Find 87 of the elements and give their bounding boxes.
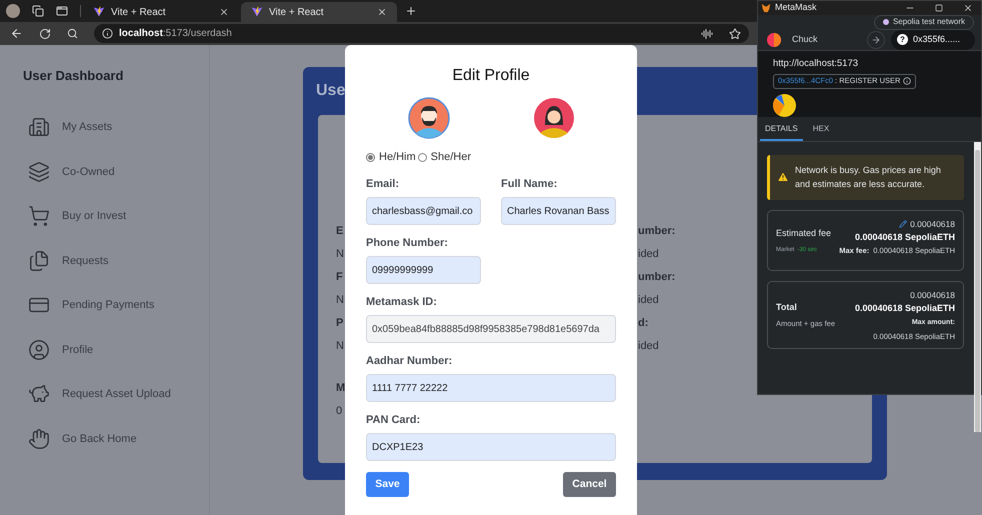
text-field[interactable]: DCXP1E23 [366, 433, 616, 461]
recipient-pill[interactable]: ? 0x355f6...... [891, 30, 975, 50]
tab[interactable]: HEX [803, 118, 839, 140]
field-label: Full Name: [501, 177, 558, 191]
profile-text: umber: [638, 224, 676, 239]
edit-icon[interactable] [899, 220, 908, 228]
radio-button[interactable] [366, 152, 375, 162]
profile-avatar[interactable] [6, 4, 20, 18]
stack-icon [28, 160, 50, 183]
field-label: Metamask ID: [366, 295, 438, 309]
warning-icon [777, 171, 789, 183]
origin-url: http://localhost:5173 [773, 58, 858, 70]
unknown-badge: ? [897, 34, 908, 45]
warning-text: Network is busy. Gas prices are high and estimates are less accurate. [795, 164, 942, 191]
lightning-logo-icon [251, 6, 263, 18]
user-circle-icon [28, 338, 50, 361]
save-button[interactable]: Save [366, 472, 409, 497]
refresh-icon[interactable] [39, 28, 51, 40]
fee-amount-eth: 0.00040618 SepoliaETH [854, 230, 955, 244]
profile-text: E [336, 224, 344, 239]
radio-button[interactable] [418, 152, 427, 162]
info-icon[interactable] [102, 28, 113, 39]
field-label: PAN Card: [366, 413, 422, 427]
search-icon[interactable] [67, 28, 78, 39]
field-label: Phone Number: [366, 236, 449, 250]
profile-text: N [336, 246, 344, 262]
profile-text: ided [638, 292, 659, 308]
total-amount: 0.00040618 [910, 288, 955, 300]
total-label: Total [776, 301, 797, 314]
radio-label: She/Her [430, 150, 472, 165]
sidebar-title: User Dashboard [22, 69, 124, 83]
scrollbar[interactable] [974, 142, 981, 432]
arrow-right-icon [871, 34, 881, 44]
tab-title: Vite + React [269, 6, 325, 20]
back-icon[interactable] [10, 27, 23, 40]
radio-label: He/Him [379, 150, 416, 165]
profile-text: umber: [638, 270, 676, 285]
field-label: Aadhar Number: [366, 354, 454, 368]
close-icon[interactable] [377, 7, 387, 17]
url-text: localhost:5173/userdash [119, 27, 233, 41]
tab[interactable]: DETAILS [760, 118, 803, 140]
profile-text: d: [638, 316, 648, 331]
text-field[interactable]: 09999999999 [366, 256, 481, 284]
fee-label: Estimated fee [776, 226, 832, 240]
profile-text: M [336, 380, 346, 396]
fee-amount: 0.00040618 [910, 218, 955, 230]
logo-icon [761, 2, 771, 13]
profile-text: N [336, 292, 344, 308]
profile-text: F [336, 270, 343, 285]
field-label: Email: [366, 177, 400, 191]
male-avatar-icon [408, 97, 450, 139]
tab-actions-icon[interactable] [56, 5, 68, 17]
tab-title: Vite + React [111, 6, 167, 20]
recipient-address: 0x355f6...... [913, 32, 960, 46]
maximize-icon[interactable] [935, 4, 943, 12]
cart-icon [28, 205, 50, 228]
total-amount-eth: 0.00040618 SepoliaETH [854, 302, 955, 315]
identicon-icon [773, 94, 796, 116]
close-icon[interactable] [219, 7, 229, 17]
new-tab-icon[interactable] [405, 5, 417, 17]
profile-text: 0 [336, 404, 342, 419]
workspaces-icon[interactable] [32, 5, 44, 17]
profile-text: ided [638, 338, 659, 354]
card-title: Use [316, 81, 346, 101]
info-icon[interactable] [903, 77, 912, 85]
cancel-button[interactable]: Cancel [563, 472, 616, 497]
address-bar[interactable]: localhost:5173/userdash [94, 24, 749, 43]
browser-tab[interactable]: Vite + React [83, 2, 239, 22]
profile-text: ided [638, 246, 659, 262]
identicon-icon [767, 32, 781, 46]
profile-text: N [336, 338, 344, 354]
star-icon[interactable] [729, 28, 741, 40]
hand-icon [28, 428, 50, 450]
account-name: Chuck [792, 32, 819, 46]
building-icon [28, 116, 50, 138]
text-field[interactable]: 1111 7777 22222 [366, 374, 616, 402]
text-field[interactable]: charlesbass@gmail.co [366, 197, 481, 225]
female-avatar-icon [532, 97, 574, 139]
read-aloud-icon[interactable] [701, 28, 713, 40]
dialog-title: Edit Profile [452, 66, 530, 86]
window-title: MetaMask [775, 1, 818, 14]
close-icon[interactable] [963, 2, 973, 13]
browser-tab[interactable]: Vite + React [241, 2, 397, 22]
lightning-logo-icon [93, 6, 105, 18]
documents-icon [28, 250, 50, 272]
profile-text: P [336, 316, 344, 331]
text-field[interactable]: Charles Rovanan Bass [501, 197, 616, 225]
